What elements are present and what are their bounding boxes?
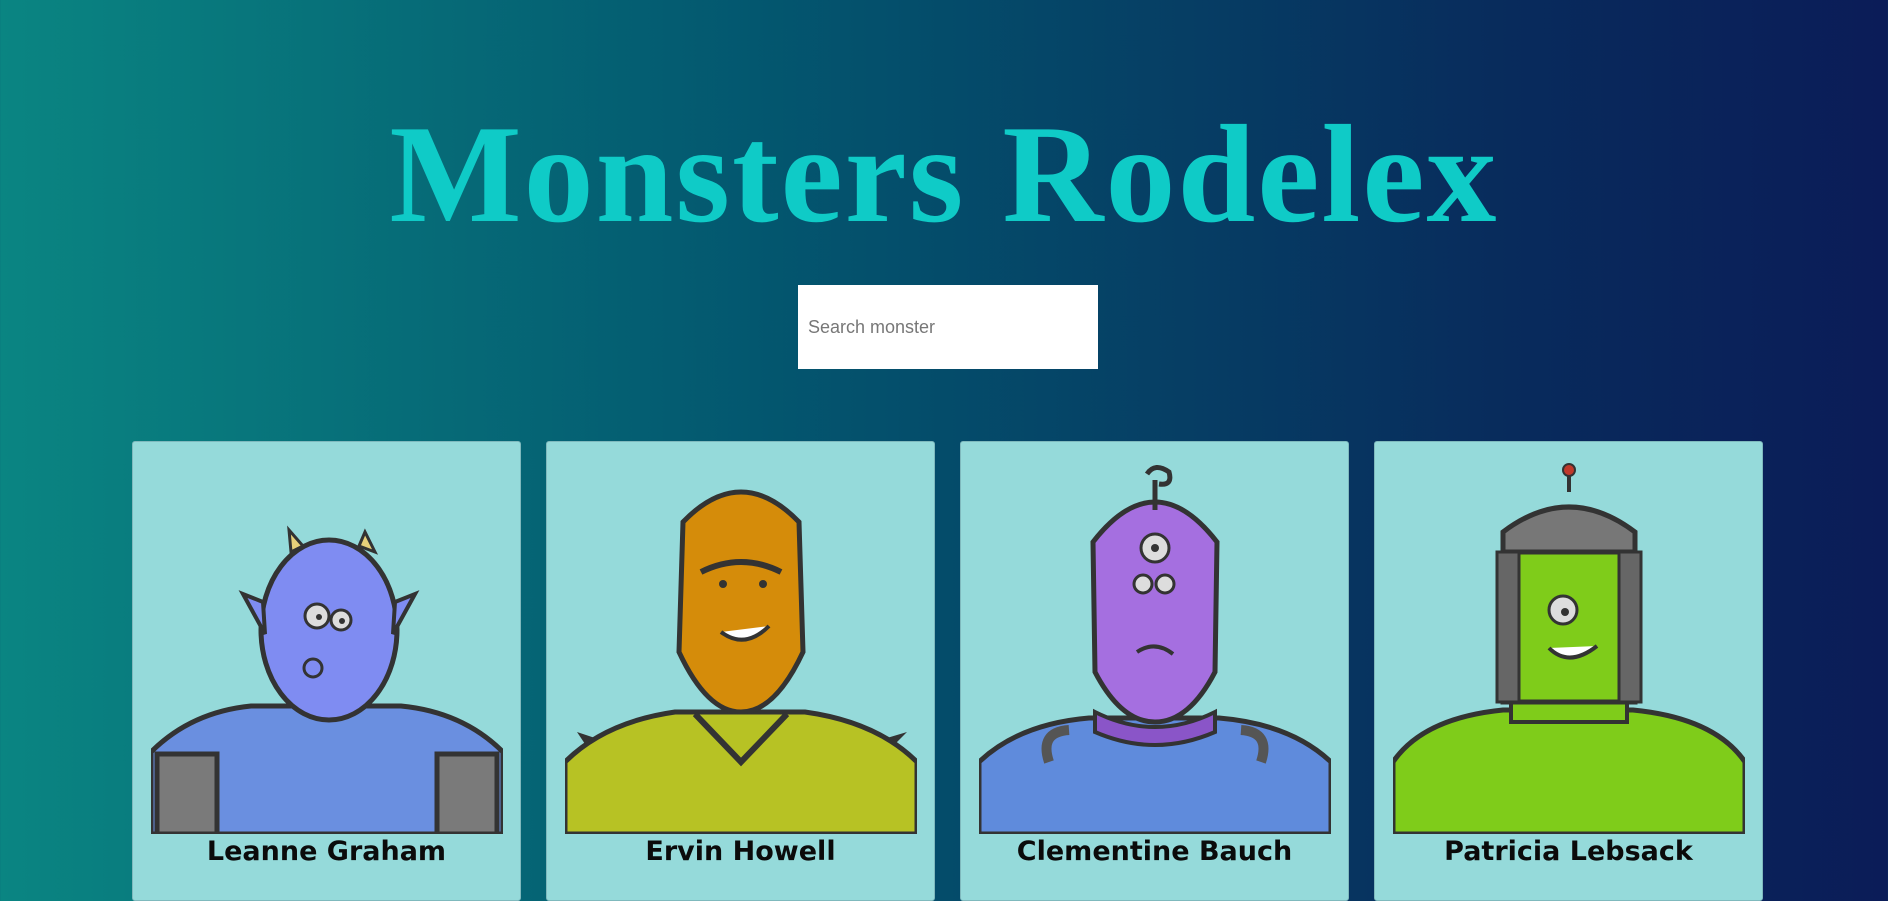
monster-card[interactable]: Ervin Howell [546, 441, 935, 901]
monster-avatar-image [151, 462, 503, 834]
monster-name: Ervin Howell [645, 836, 836, 867]
page-title: Monsters Rodelex [389, 97, 1499, 252]
monster-card[interactable]: Clementine Bauch [960, 441, 1349, 901]
monster-name: Leanne Graham [206, 836, 447, 867]
search-input[interactable] [798, 285, 1098, 369]
monster-card[interactable]: Patricia Lebsack [1374, 441, 1763, 901]
monster-name: Clementine Bauch [1016, 836, 1293, 867]
monster-avatar-image [565, 462, 917, 834]
monster-card[interactable]: Leanne Graham [132, 441, 521, 901]
monster-avatar-image [1393, 462, 1745, 834]
monster-avatar-image [979, 462, 1331, 834]
monster-name: Patricia Lebsack [1444, 836, 1693, 867]
